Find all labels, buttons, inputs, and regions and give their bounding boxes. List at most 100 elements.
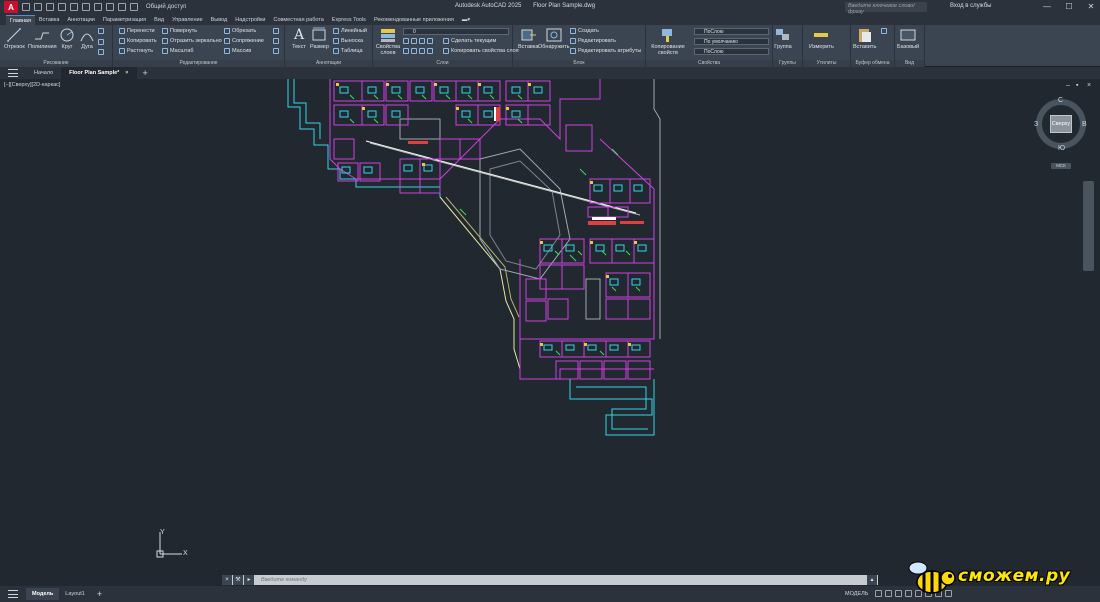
tab-layout1[interactable]: Layout1	[59, 588, 91, 600]
tab-parametric[interactable]: Параметризация	[99, 15, 150, 25]
line-button[interactable]: Отрезок	[4, 27, 25, 50]
arc-button[interactable]: Дуга	[78, 27, 96, 50]
tab-insert[interactable]: Вставка	[35, 15, 63, 25]
tab-home[interactable]: Главная	[6, 14, 35, 25]
tab-featured-apps[interactable]: Рекомендованные приложения	[370, 15, 458, 25]
share-button[interactable]: Общий доступ	[146, 4, 186, 10]
rectangle-icon[interactable]	[98, 28, 106, 34]
snap-icon[interactable]	[885, 590, 892, 597]
maximize-icon[interactable]: ☐	[1062, 2, 1076, 12]
explode-icon[interactable]	[273, 38, 281, 44]
base-view-button[interactable]: Базовый	[897, 27, 919, 50]
rotate-button[interactable]: Повернуть	[162, 28, 197, 34]
layer-isolate-icon[interactable]	[411, 38, 417, 44]
cmd-recent-icon[interactable]: ▸	[244, 575, 254, 585]
viewcube-west[interactable]: З	[1034, 121, 1038, 128]
copy-button[interactable]: Копировать	[119, 38, 157, 44]
tab-view[interactable]: Вид	[150, 15, 168, 25]
create-block-button[interactable]: Создать	[570, 28, 599, 34]
layout-menu-icon[interactable]	[8, 590, 18, 598]
new-tab-icon[interactable]: +	[143, 68, 148, 78]
detect-block-button[interactable]: Обнаружить	[538, 27, 569, 50]
paste-button[interactable]: Вставить	[853, 27, 876, 50]
layer-freeze-icon[interactable]	[419, 38, 425, 44]
group-button[interactable]: Группа	[774, 27, 792, 50]
open-web-icon[interactable]	[70, 3, 78, 11]
tab-toggle-icon[interactable]: ▬▾	[458, 15, 474, 25]
layer-unisolate-icon[interactable]	[411, 48, 417, 54]
grid-icon[interactable]	[875, 590, 882, 597]
tab-express-tools[interactable]: Express Tools	[328, 15, 370, 25]
layer-on-icon[interactable]	[403, 48, 409, 54]
layer-thaw-icon[interactable]	[419, 48, 425, 54]
model-space-toggle[interactable]: МОДЕЛЬ	[845, 591, 868, 597]
add-layout-icon[interactable]: +	[97, 589, 102, 599]
copy-clip-icon[interactable]	[881, 28, 889, 34]
make-current-button[interactable]: Сделать текущим	[443, 38, 496, 44]
tab-output[interactable]: Вывод	[207, 15, 232, 25]
edit-block-button[interactable]: Редактировать	[570, 38, 616, 44]
plot-icon[interactable]	[94, 3, 102, 11]
cmd-close-icon[interactable]: ×	[222, 575, 232, 585]
undo-icon[interactable]	[106, 3, 114, 11]
save-web-icon[interactable]	[82, 3, 90, 11]
properties-panel-title[interactable]: Свойства	[646, 60, 772, 67]
layer-properties-button[interactable]: Свойства слоев	[375, 27, 401, 56]
annotation-panel-title[interactable]: Аннотации	[285, 60, 372, 67]
utilities-panel-title[interactable]: Утилиты	[803, 60, 850, 67]
layer-unlock-icon[interactable]	[427, 48, 433, 54]
layer-lock-icon[interactable]	[427, 38, 433, 44]
hamburger-menu-icon[interactable]	[8, 69, 18, 77]
hatch-icon[interactable]	[98, 39, 106, 45]
tab-floor-plan[interactable]: Floor Plan Sample* ×	[61, 67, 137, 79]
linetype-dropdown[interactable]: По умолчанию	[694, 38, 769, 45]
viewcube-east[interactable]: В	[1082, 121, 1087, 128]
navigation-bar[interactable]	[1083, 181, 1094, 271]
leader-dropdown[interactable]: Выноска	[333, 38, 363, 44]
tab-addins[interactable]: Надстройки	[231, 15, 269, 25]
insert-block-button[interactable]: Вставка	[518, 27, 538, 50]
save-icon[interactable]	[46, 3, 54, 11]
close-icon[interactable]: ✕	[1084, 2, 1098, 12]
layer-dropdown[interactable]: 0	[403, 28, 509, 35]
circle-button[interactable]: Круг	[58, 27, 76, 50]
viewcube-south[interactable]: Ю	[1058, 145, 1065, 152]
edit-attributes-button[interactable]: Редактировать атрибуты	[570, 48, 641, 54]
lineweight-dropdown[interactable]: ПоСлою	[694, 48, 769, 55]
redo-icon[interactable]	[118, 3, 126, 11]
layer-off-icon[interactable]	[403, 38, 409, 44]
mirror-button[interactable]: Отразить зеркально	[162, 38, 222, 44]
text-button[interactable]: A Текст	[290, 27, 308, 50]
new-file-icon[interactable]	[22, 3, 30, 11]
tab-collaborate[interactable]: Совместная работа	[269, 15, 327, 25]
block-panel-title[interactable]: Блок	[513, 60, 645, 67]
scale-button[interactable]: Масштаб	[162, 48, 194, 54]
groups-panel-title[interactable]: Группы	[773, 60, 802, 67]
autocad-logo-icon[interactable]: A	[4, 1, 18, 13]
wcs-menu[interactable]: МСК	[1051, 163, 1071, 169]
view-panel-title[interactable]: Вид	[895, 60, 924, 67]
tab-model[interactable]: Модель	[26, 588, 60, 600]
modify-panel-title[interactable]: Редактирование	[113, 60, 284, 67]
trim-button[interactable]: Обрезать	[224, 28, 256, 34]
fillet-button[interactable]: Сопряжение	[224, 38, 264, 44]
erase-icon[interactable]	[273, 28, 281, 34]
tab-start[interactable]: Начало	[26, 67, 61, 79]
linear-dim-dropdown[interactable]: Линейный	[333, 28, 367, 34]
tab-annotate[interactable]: Аннотации	[63, 15, 99, 25]
search-input[interactable]: Введите ключевое слово/фразу	[845, 2, 927, 15]
share-icon[interactable]	[130, 3, 138, 11]
cmd-customize-icon[interactable]: ⚒	[233, 575, 243, 585]
open-file-icon[interactable]	[34, 3, 42, 11]
match-properties-button[interactable]: Копирование свойств	[648, 27, 688, 56]
stretch-button[interactable]: Растянуть	[119, 48, 153, 54]
drawing-canvas[interactable]: [–][Сверху][2D-каркас] – ▪ × Сверху С Ю …	[0, 79, 1100, 575]
viewcube-top-face[interactable]: Сверху	[1050, 115, 1072, 133]
match-layer-button[interactable]: Копировать свойства слоя	[443, 48, 519, 54]
array-button[interactable]: Массив	[224, 48, 251, 54]
table-button[interactable]: Таблица	[333, 48, 363, 54]
layers-panel-title[interactable]: Слои	[373, 60, 512, 67]
minimize-icon[interactable]: —	[1040, 2, 1054, 12]
color-dropdown[interactable]: ПоСлою	[694, 28, 769, 35]
close-tab-icon[interactable]: ×	[125, 70, 128, 76]
